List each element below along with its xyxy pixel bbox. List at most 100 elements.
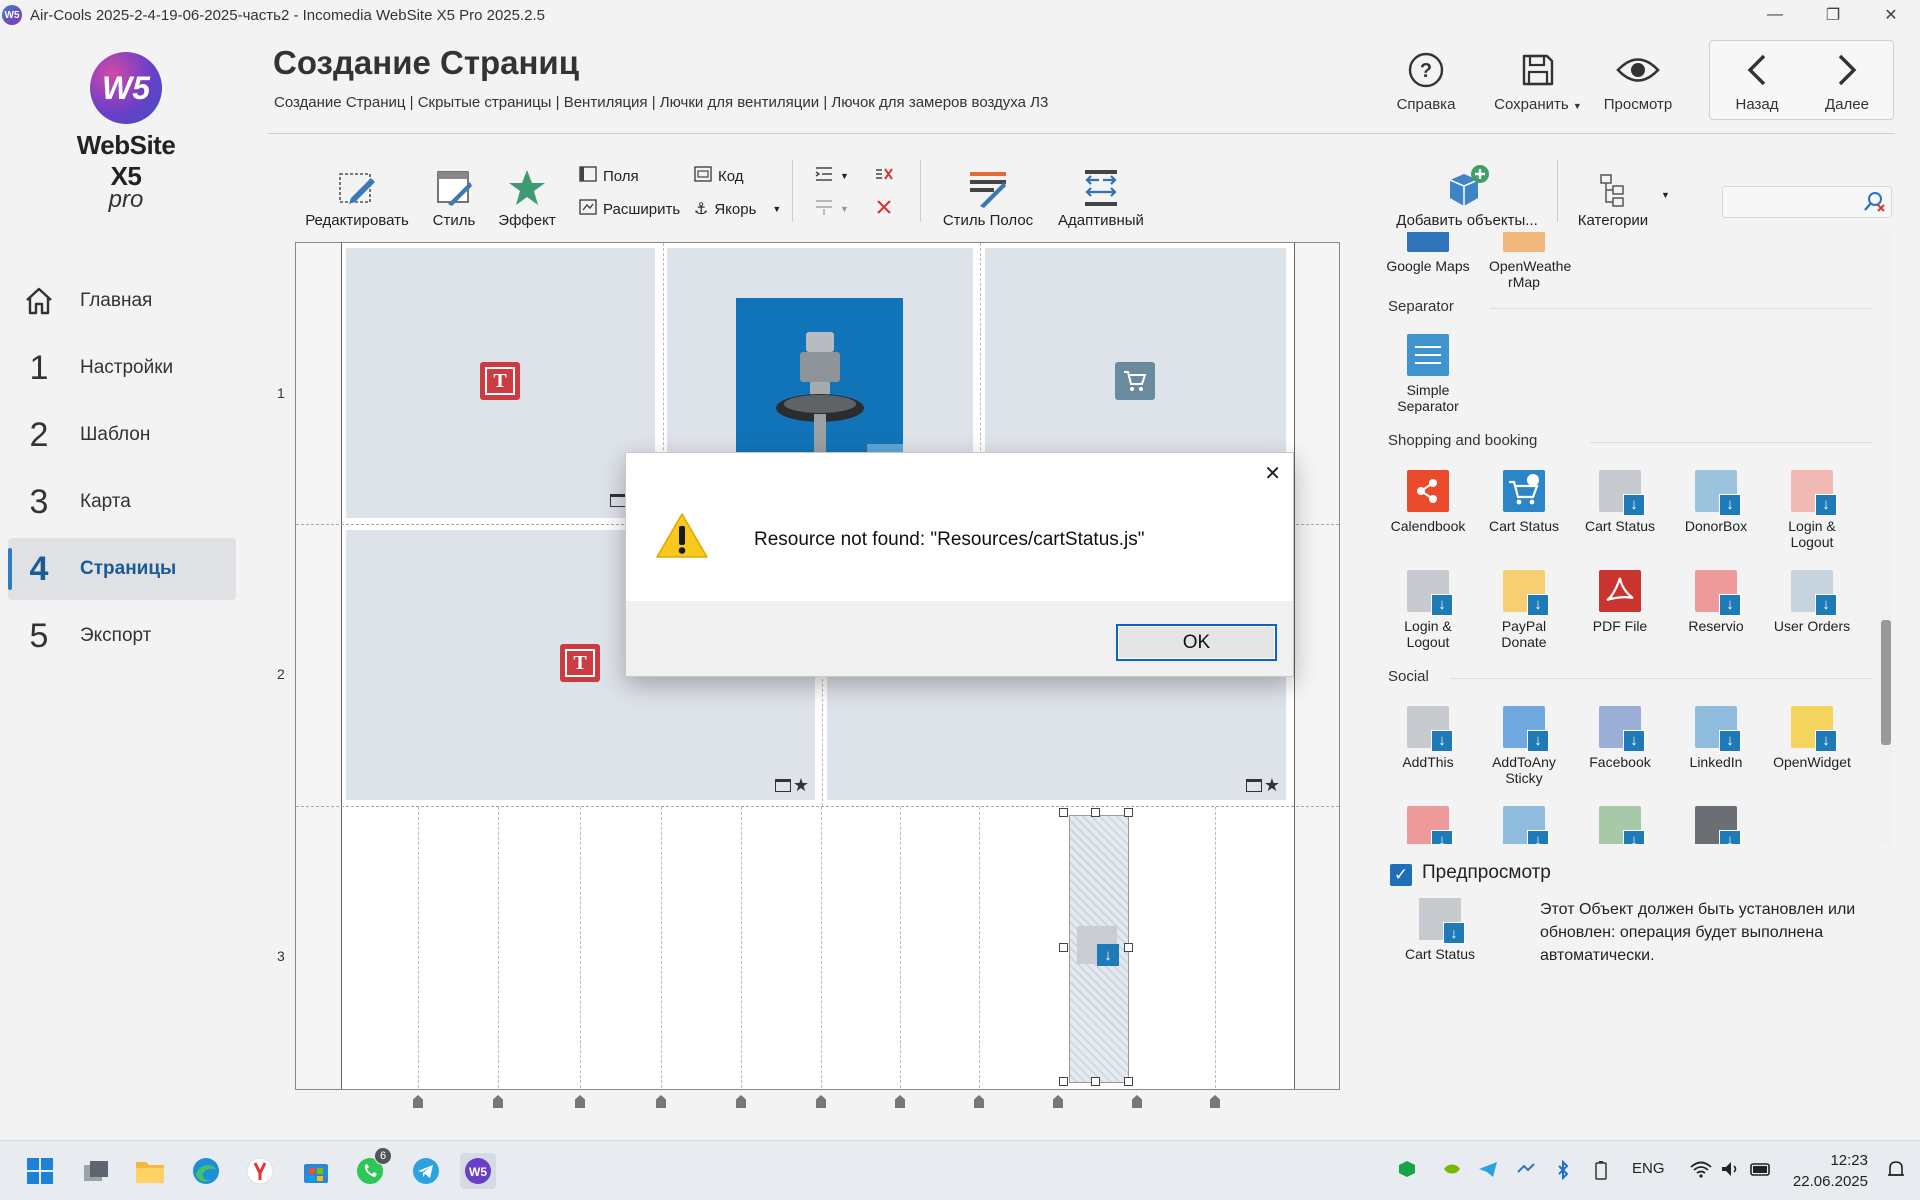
object-social-more[interactable]: ↓ — [1380, 806, 1476, 844]
indent-button[interactable]: ▼ — [814, 166, 849, 186]
object-pdf-file[interactable]: PDF File — [1572, 570, 1668, 634]
system-clock[interactable]: 12:23 22.06.2025 — [1793, 1150, 1868, 1192]
object-google-maps[interactable]: Google Maps — [1380, 232, 1476, 274]
help-button[interactable]: ? Справка — [1381, 48, 1471, 113]
object-login-logout-2[interactable]: ↓ Login & Logout — [1380, 570, 1476, 650]
column-marker[interactable] — [493, 1095, 503, 1108]
anchor-button[interactable]: ⚓ Якорь ▼ — [694, 199, 781, 219]
nav-item-home[interactable]: Главная — [8, 270, 236, 332]
object-search-input[interactable] — [1722, 186, 1892, 218]
nav-item-settings[interactable]: 1 Настройки — [8, 337, 236, 399]
effect-button[interactable]: Эффект — [497, 164, 557, 229]
object-calendbook[interactable]: Calendbook — [1380, 470, 1476, 534]
object-donorbox[interactable]: ↓ DonorBox — [1668, 470, 1764, 534]
object-login-logout[interactable]: ↓ Login & Logout — [1764, 470, 1860, 550]
column-marker[interactable] — [816, 1095, 826, 1108]
strip-style-button[interactable]: Стиль Полос — [938, 164, 1038, 229]
column-marker[interactable] — [413, 1095, 423, 1108]
save-button[interactable]: Сохранить ▼ — [1488, 48, 1588, 113]
chevron-down-icon[interactable]: ▼ — [1661, 190, 1670, 200]
object-addthis[interactable]: ↓ AddThis — [1380, 706, 1476, 770]
resize-handle[interactable] — [1059, 808, 1068, 817]
preview-button[interactable]: Просмотр — [1593, 48, 1683, 113]
objects-panel-scrollbar[interactable] — [1880, 232, 1892, 844]
selected-cart-status-object[interactable]: ↓ — [1069, 815, 1129, 1083]
notifications-icon[interactable] — [1886, 1160, 1906, 1184]
chevron-down-icon[interactable]: ▼ — [772, 204, 781, 214]
resize-handle[interactable] — [1124, 808, 1133, 817]
code-button[interactable]: Код — [694, 166, 744, 186]
dialog-close-button[interactable]: ✕ — [1264, 461, 1281, 486]
text-object-cell[interactable]: T — [346, 248, 655, 518]
wifi-icon[interactable] — [1690, 1160, 1712, 1182]
remove-indent-button[interactable] — [874, 166, 894, 186]
column-marker[interactable] — [575, 1095, 585, 1108]
object-reservio[interactable]: ↓ Reservio — [1668, 570, 1764, 634]
object-user-orders[interactable]: ↓ User Orders — [1764, 570, 1860, 634]
column-marker[interactable] — [974, 1095, 984, 1108]
file-explorer-icon[interactable] — [132, 1153, 168, 1189]
kaspersky-icon[interactable] — [1398, 1160, 1416, 1182]
ok-button[interactable]: OK — [1116, 624, 1277, 661]
resize-handle[interactable] — [1091, 1077, 1100, 1086]
object-addtoany-sticky[interactable]: ↓ AddToAny Sticky — [1476, 706, 1572, 786]
object-social-more[interactable]: ↓ — [1476, 806, 1572, 844]
categories-button[interactable]: Категории — [1567, 164, 1659, 229]
nvidia-icon[interactable] — [1442, 1160, 1462, 1182]
volume-icon[interactable] — [1720, 1160, 1740, 1182]
column-marker[interactable] — [1210, 1095, 1220, 1108]
column-marker[interactable] — [1053, 1095, 1063, 1108]
nav-item-pages[interactable]: 4 Страницы — [8, 538, 236, 600]
expand-button[interactable]: Расширить — [579, 199, 680, 219]
search-icon[interactable] — [1863, 191, 1885, 218]
column-marker[interactable] — [656, 1095, 666, 1108]
whatsapp-icon[interactable]: 6 — [352, 1147, 392, 1189]
adaptive-button[interactable]: Адаптивный — [1055, 164, 1147, 229]
object-openwidget[interactable]: ↓ OpenWidget — [1764, 706, 1860, 770]
object-openweathermap[interactable]: OpenWeathe rMap — [1476, 232, 1572, 290]
edit-button[interactable]: Редактировать — [305, 164, 409, 229]
preview-checkbox[interactable]: ✓ — [1390, 864, 1412, 886]
object-paypal-donate[interactable]: ↓ PayPal Donate — [1476, 570, 1572, 650]
resize-handle[interactable] — [1124, 943, 1133, 952]
language-indicator[interactable]: ENG — [1632, 1160, 1665, 1177]
power-plug-icon[interactable] — [1750, 1160, 1772, 1182]
object-facebook[interactable]: ↓ Facebook — [1572, 706, 1668, 770]
resize-handle[interactable] — [1059, 1077, 1068, 1086]
resize-handle[interactable] — [1059, 943, 1068, 952]
back-button[interactable]: Назад — [1711, 48, 1803, 113]
nav-item-map[interactable]: 3 Карта — [8, 471, 236, 533]
websitex5-taskbar-icon[interactable]: W5 — [460, 1153, 496, 1189]
move-button[interactable]: ▼ — [814, 199, 849, 219]
resize-handle[interactable] — [1091, 808, 1100, 817]
fields-button[interactable]: Поля — [579, 166, 639, 186]
style-button[interactable]: Стиль — [424, 164, 484, 229]
object-cart-status-download[interactable]: ↓ Cart Status — [1572, 470, 1668, 534]
yandex-browser-icon[interactable] — [242, 1153, 278, 1189]
network-sync-icon[interactable] — [1516, 1160, 1536, 1182]
close-window-button[interactable]: ✕ — [1862, 0, 1920, 30]
delete-button[interactable] — [874, 199, 894, 219]
column-marker[interactable] — [895, 1095, 905, 1108]
battery-icon[interactable] — [1594, 1160, 1608, 1184]
microsoft-store-icon[interactable] — [298, 1153, 334, 1189]
telegram-tray-icon[interactable] — [1478, 1160, 1498, 1182]
telegram-icon[interactable] — [408, 1153, 444, 1189]
object-social-more[interactable]: ↓ — [1572, 806, 1668, 844]
resize-handle[interactable] — [1124, 1077, 1133, 1086]
task-view-icon[interactable] — [78, 1153, 114, 1189]
object-cart-status[interactable]: Cart Status — [1476, 470, 1572, 534]
nav-item-export[interactable]: 5 Экспорт — [8, 605, 236, 667]
edge-browser-icon[interactable] — [188, 1153, 224, 1189]
object-simple-separator[interactable]: Simple Separator — [1380, 334, 1476, 414]
column-marker[interactable] — [736, 1095, 746, 1108]
minimize-button[interactable]: — — [1746, 0, 1804, 30]
scrollbar-thumb[interactable] — [1881, 620, 1891, 745]
object-linkedin[interactable]: ↓ LinkedIn — [1668, 706, 1764, 770]
add-objects-button[interactable]: Добавить объекты... — [1395, 164, 1539, 229]
nav-item-template[interactable]: 2 Шаблон — [8, 404, 236, 466]
windows-start-icon[interactable] — [22, 1153, 58, 1189]
bluetooth-icon[interactable] — [1556, 1159, 1570, 1184]
maximize-button[interactable]: ❐ — [1804, 0, 1862, 30]
object-social-more[interactable]: ↓ — [1668, 806, 1764, 844]
